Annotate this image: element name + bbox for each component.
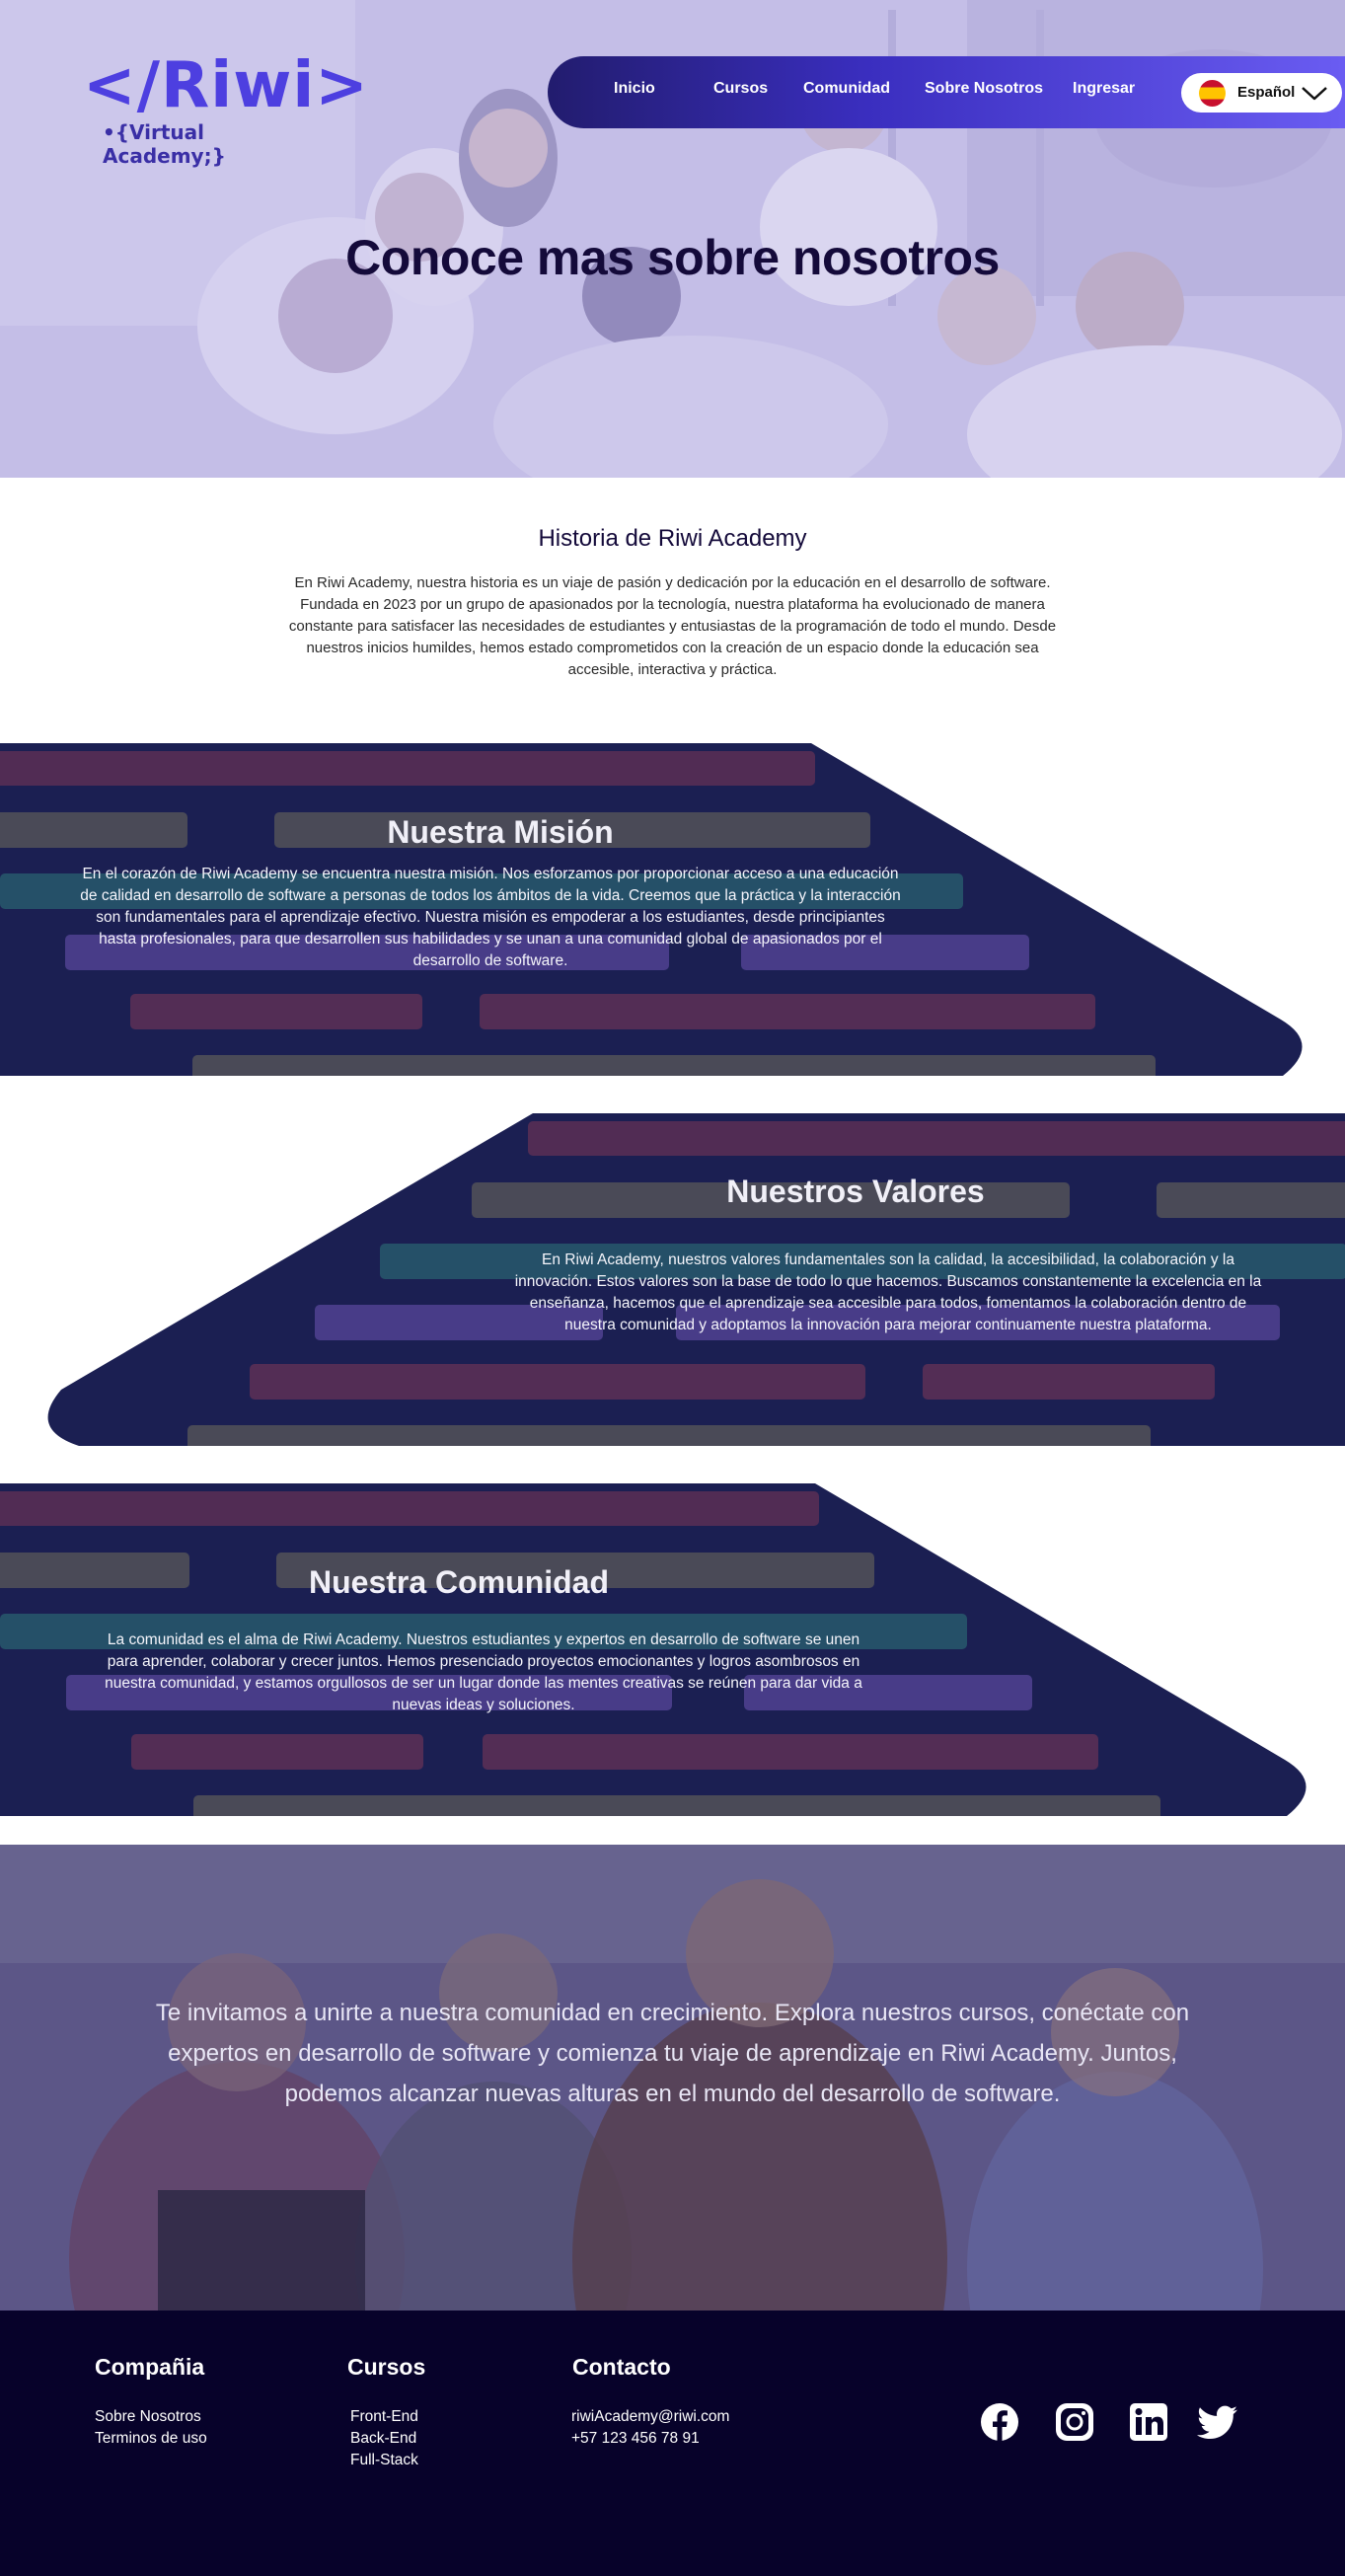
nav-ingresar[interactable]: Ingresar (1073, 80, 1135, 98)
logo-tagline: •{Virtual Academy;} (103, 120, 226, 168)
twitter-icon[interactable] (1196, 2401, 1239, 2443)
nav-sobre-nosotros[interactable]: Sobre Nosotros (925, 80, 1043, 98)
footer-link-full-stack[interactable]: Full-Stack (350, 2452, 418, 2469)
footer: Compañia Sobre Nosotros Terminos de uso … (0, 2311, 1345, 2576)
language-selector[interactable]: Español (1181, 73, 1342, 113)
footer-contact-title: Contacto (572, 2354, 671, 2380)
footer-courses-title: Cursos (347, 2354, 426, 2380)
footer-phone: +57 123 456 78 91 (571, 2430, 700, 2447)
mision-text: En el corazón de Riwi Academy se encuent… (80, 866, 901, 969)
valores-band: Nuestros Valores En Riwi Academy, nuestr… (0, 1113, 1345, 1446)
riwi-logo[interactable]: </Riwi> •{Virtual Academy;} (83, 51, 368, 168)
comunidad-title: Nuestra Comunidad (308, 1564, 610, 1600)
comunidad-text: La comunidad es el alma de Riwi Academy.… (105, 1631, 862, 1713)
historia-text: En Riwi Academy, nuestra historia es un … (288, 574, 1057, 678)
footer-link-sobre-nosotros[interactable]: Sobre Nosotros (95, 2408, 201, 2426)
nav-comunidad[interactable]: Comunidad (803, 80, 890, 98)
nav-inicio[interactable]: Inicio (614, 80, 655, 98)
comunidad-band: Nuestra Comunidad La comunidad es el alm… (0, 1483, 1345, 1816)
instagram-icon[interactable] (1054, 2401, 1095, 2443)
hero-section: </Riwi> •{Virtual Academy;} Inicio Curso… (0, 0, 1345, 478)
footer-link-front-end[interactable]: Front-End (350, 2408, 418, 2426)
footer-company-title: Compañia (95, 2354, 205, 2380)
valores-text: En Riwi Academy, nuestros valores fundam… (514, 1251, 1262, 1333)
language-label: Español (1237, 84, 1296, 101)
spain-flag-icon (1199, 80, 1226, 107)
valores-title: Nuestros Valores (726, 1174, 985, 1209)
chevron-down-icon (1302, 87, 1327, 101)
footer-link-back-end[interactable]: Back-End (350, 2430, 416, 2448)
page-title: Conoce mas sobre nosotros (345, 230, 1000, 285)
linkedin-icon[interactable] (1128, 2401, 1169, 2443)
invite-section: Te invitamos a unirte a nuestra comunida… (0, 1845, 1345, 2311)
mision-band: Nuestra Misión En el corazón de Riwi Aca… (0, 743, 1345, 1076)
footer-link-terminos[interactable]: Terminos de uso (95, 2430, 207, 2448)
logo-wordmark: </Riwi> (83, 49, 369, 122)
invite-text: Te invitamos a unirte a nuestra comunida… (155, 2000, 1190, 2107)
facebook-icon[interactable] (979, 2401, 1020, 2443)
nav-cursos[interactable]: Cursos (713, 80, 768, 98)
mision-title: Nuestra Misión (387, 814, 614, 850)
footer-email[interactable]: riwiAcademy@riwi.com (571, 2408, 729, 2426)
historia-title: Historia de Riwi Academy (538, 525, 807, 552)
